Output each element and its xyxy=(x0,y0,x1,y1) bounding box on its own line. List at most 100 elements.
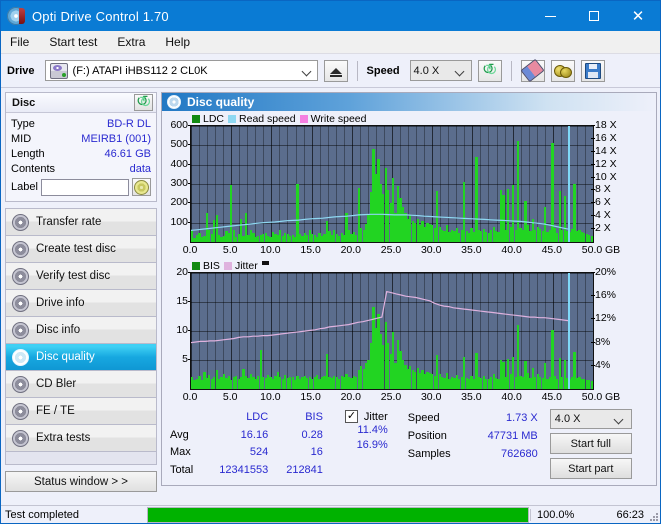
toolbar: Drive (F:) ATAPI iHBS112 2 CL0K Speed 4.… xyxy=(1,54,660,88)
disc-label-button[interactable] xyxy=(132,178,151,196)
sidebar-item-verify-test-disc[interactable]: Verify test disc xyxy=(6,263,156,290)
sidebar-item-create-test-disc[interactable]: Create test disc xyxy=(6,236,156,263)
speed-row: Speed 1.73 X xyxy=(408,409,538,427)
window-controls: ✕ xyxy=(528,1,660,31)
close-button[interactable]: ✕ xyxy=(616,1,660,31)
disc-refresh-button[interactable] xyxy=(134,94,153,111)
sidebar-item-cd-bler[interactable]: CD Bler xyxy=(6,371,156,398)
eraser-icon xyxy=(520,58,545,83)
disc-contents-label: Contents xyxy=(11,162,56,175)
menu-start-test[interactable]: Start test xyxy=(49,33,108,51)
jitter-max-value: 16.9% xyxy=(356,439,388,451)
status-bar: Test completed 100.0% 66:23 xyxy=(1,505,660,523)
sidebar-item-disc-info[interactable]: Disc info xyxy=(6,317,156,344)
x-tick-label: 35.0 xyxy=(461,391,482,403)
jitter-column: ✓ Jitter 11.4% 16.9% xyxy=(344,409,388,479)
settings-button[interactable] xyxy=(550,59,575,82)
speed-select[interactable]: 4.0 X xyxy=(409,60,472,81)
x-tick-label: 25.0 xyxy=(380,391,402,403)
samples-value: 762680 xyxy=(501,448,538,460)
test-speed-select[interactable]: 4.0 X xyxy=(549,409,632,429)
sidebar-item-drive-info[interactable]: Drive info xyxy=(6,290,156,317)
stats-max-bis: 16 xyxy=(310,446,323,459)
refresh-icon xyxy=(482,64,498,78)
legend-swatch xyxy=(192,261,200,270)
status-window-button[interactable]: Status window > > xyxy=(5,471,157,492)
bis-legend: BIS Jitter xyxy=(164,259,652,272)
scroll-marker-icon xyxy=(261,261,269,265)
sidebar-item-fe-te[interactable]: FE / TE xyxy=(6,398,156,425)
menu-file[interactable]: File xyxy=(10,33,40,51)
sidebar-item-label: FE / TE xyxy=(36,405,75,417)
maximize-button[interactable] xyxy=(572,1,616,31)
minimize-button[interactable] xyxy=(528,1,572,31)
sidebar-item-label: Disc info xyxy=(36,324,81,336)
x-tick-label: 15.0 xyxy=(300,391,321,403)
resize-grip[interactable] xyxy=(648,511,658,521)
sidebar-item-transfer-rate[interactable]: Transfer rate xyxy=(6,209,156,236)
disc-length-label: Length xyxy=(11,147,45,160)
drive-icon xyxy=(49,62,68,79)
jitter-checkbox[interactable]: ✓ xyxy=(344,410,358,423)
y-tick-label: 10 xyxy=(176,324,192,336)
disc-icon xyxy=(12,375,29,393)
y-tick-label: 5 xyxy=(182,353,192,365)
ldc-plot-area xyxy=(190,125,594,243)
nav-filler xyxy=(6,452,156,465)
drive-select[interactable]: (F:) ATAPI iHBS112 2 CL0K xyxy=(44,60,318,81)
sidebar-item-label: Verify test disc xyxy=(36,270,111,282)
disc-icon xyxy=(12,321,29,339)
stats-avg-bis: 0.28 xyxy=(301,428,323,441)
x-tick-label: 30.0 xyxy=(420,244,442,256)
y2-tick-label: 12% xyxy=(590,312,617,325)
position-value: 47731 MB xyxy=(487,430,538,442)
stats-avg-ldc: 16.16 xyxy=(240,428,269,441)
sidebar-item-extra-tests[interactable]: Extra tests xyxy=(6,425,156,452)
stats-key-avg: Avg xyxy=(170,428,189,441)
ldc-legend: LDC Read speed Write speed xyxy=(164,112,652,125)
legend-bis: BIS xyxy=(192,260,220,272)
save-button[interactable] xyxy=(580,59,605,82)
window-title: Opti Drive Control 1.70 xyxy=(32,8,169,24)
stats-col-ldc: LDC xyxy=(246,411,269,424)
bis-plot-area xyxy=(190,272,594,390)
y-tick-label: 15 xyxy=(176,295,192,307)
jitter-header: ✓ Jitter xyxy=(344,409,388,424)
disc-quality-icon xyxy=(167,95,181,109)
start-full-button[interactable]: Start full xyxy=(549,433,632,454)
disc-row-mid: MID MEIRB1 (001) xyxy=(11,131,151,146)
disc-icon xyxy=(12,294,29,312)
panel-title: Disc quality xyxy=(187,95,255,109)
ldc-y-axis: 100 200 300 400 500 600 xyxy=(164,119,192,241)
eject-button[interactable] xyxy=(323,59,348,82)
samples-key: Samples xyxy=(407,448,451,460)
disc-label-input[interactable] xyxy=(40,178,129,196)
nav-list: Transfer rate Create test disc Verify te… xyxy=(5,208,157,465)
stats-key-max: Max xyxy=(170,446,191,459)
x-tick-label: 40.0 xyxy=(501,244,522,256)
eject-icon xyxy=(329,67,342,77)
disc-mid-label: MID xyxy=(11,132,32,145)
x-tick-label: 15.0 xyxy=(300,244,321,256)
sidebar-item-disc-quality[interactable]: Disc quality xyxy=(6,344,156,371)
disc-type-value: BD-R DL xyxy=(106,117,151,130)
jitter-label: Jitter xyxy=(363,410,388,423)
ldc-chart-row: 100 200 300 400 500 600 2 X4 X6 X8 X 10 X 12 X1… xyxy=(164,119,652,243)
bis-x-unit-wrap: GB xyxy=(594,390,628,404)
legend-swatch xyxy=(192,114,200,123)
jitter-avg-value: 11.4% xyxy=(357,424,388,436)
x-tick-label: 10.0 xyxy=(260,244,281,256)
sidebar-item-label: Extra tests xyxy=(36,432,91,444)
menu-extra[interactable]: Extra xyxy=(117,33,156,51)
refresh-button[interactable] xyxy=(477,59,502,82)
menu-help[interactable]: Help xyxy=(165,33,201,51)
disc-contents-value: data xyxy=(129,162,151,175)
disc-row-length: Length 46.61 GB xyxy=(11,146,151,161)
erase-button[interactable] xyxy=(520,58,545,83)
test-speed-value: 4.0 X xyxy=(554,413,581,425)
start-part-button[interactable]: Start part xyxy=(549,458,632,479)
disc-mid-value: MEIRB1 (001) xyxy=(81,132,151,145)
legend-jitter: Jitter xyxy=(223,260,258,272)
plug-icon xyxy=(554,64,573,78)
sidebar-item-label: Create test disc xyxy=(36,243,116,255)
